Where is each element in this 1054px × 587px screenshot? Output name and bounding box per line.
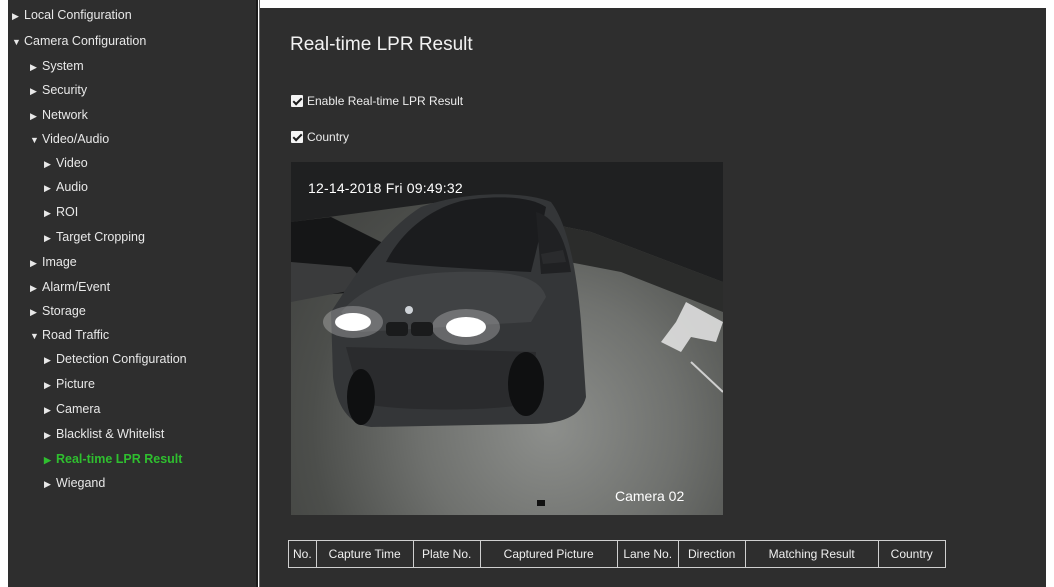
video-timestamp-overlay: 12-14-2018 Fri 09:49:32: [308, 180, 463, 196]
triangle-right-icon: ▶: [30, 283, 37, 293]
sidebar-item-system[interactable]: ▶ System: [30, 57, 84, 75]
sidebar-item-label: Storage: [42, 304, 86, 318]
country-checkbox[interactable]: [291, 131, 303, 143]
triangle-right-icon: ▶: [12, 11, 19, 21]
sidebar-item-video-audio[interactable]: ▼ Video/Audio: [30, 130, 109, 148]
sidebar-item-label: Real-time LPR Result: [56, 452, 183, 466]
triangle-down-icon: ▼: [12, 37, 21, 47]
sidebar-item-local-configuration[interactable]: ▶ Local Configuration: [12, 6, 132, 24]
column-header-lane-no: Lane No.: [616, 540, 679, 568]
enable-lpr-result-option: Enable Real-time LPR Result: [291, 94, 463, 108]
triangle-right-icon: ▶: [44, 455, 51, 465]
sidebar-item-alarm-event[interactable]: ▶ Alarm/Event: [30, 278, 110, 296]
sidebar-item-picture[interactable]: ▶ Picture: [44, 375, 95, 393]
column-header-direction: Direction: [677, 540, 746, 568]
enable-lpr-result-checkbox[interactable]: [291, 95, 303, 107]
sidebar-item-label: Wiegand: [56, 476, 106, 490]
sidebar-item-detection-configuration[interactable]: ▶ Detection Configuration: [44, 350, 187, 368]
triangle-right-icon: ▶: [30, 111, 37, 121]
sidebar-item-label: Target Cropping: [56, 230, 145, 244]
sidebar-item-label: Detection Configuration: [56, 352, 187, 366]
sidebar-item-camera[interactable]: ▶ Camera: [44, 400, 100, 418]
triangle-right-icon: ▶: [44, 208, 51, 218]
sidebar-item-label: Security: [42, 83, 88, 97]
sidebar-item-blacklist-whitelist[interactable]: ▶ Blacklist & Whitelist: [44, 425, 164, 443]
column-header-plate-no: Plate No.: [412, 540, 481, 568]
sidebar-item-label: Camera Configuration: [24, 34, 147, 48]
triangle-right-icon: ▶: [30, 258, 37, 268]
table-header-row: No. Capture Time Plate No. Captured Pict…: [288, 540, 946, 568]
column-header-captured-picture: Captured Picture: [479, 540, 618, 568]
sidebar-item-label: Audio: [56, 180, 88, 194]
triangle-right-icon: ▶: [44, 183, 51, 193]
sidebar-item-label: Video: [56, 156, 88, 170]
live-video-view[interactable]: 12-14-2018 Fri 09:49:32 Camera 02: [291, 162, 723, 515]
sidebar-item-audio[interactable]: ▶ Audio: [44, 178, 88, 196]
lpr-result-table: No. Capture Time Plate No. Captured Pict…: [288, 540, 946, 568]
sidebar-nav: ▶ Local Configuration ▼ Camera Configurati…: [8, 0, 256, 587]
panel-divider: [256, 0, 258, 587]
enable-lpr-result-label: Enable Real-time LPR Result: [307, 94, 464, 108]
country-option: Country: [291, 130, 349, 144]
triangle-right-icon: ▶: [30, 62, 37, 72]
sidebar-item-label: Video/Audio: [42, 132, 110, 146]
camera-name-overlay: Camera 02: [615, 488, 685, 504]
sidebar-item-road-traffic[interactable]: ▼ Road Traffic: [30, 326, 109, 344]
sidebar-item-network[interactable]: ▶ Network: [30, 106, 88, 124]
triangle-down-icon: ▼: [30, 135, 39, 145]
country-label: Country: [307, 130, 350, 144]
sidebar-item-video[interactable]: ▶ Video: [44, 154, 88, 172]
video-frame-image: [291, 162, 723, 506]
triangle-right-icon: ▶: [44, 405, 51, 415]
triangle-right-icon: ▶: [44, 355, 51, 365]
sidebar-item-label: Road Traffic: [42, 328, 110, 342]
sidebar-item-label: ROI: [56, 205, 79, 219]
triangle-right-icon: ▶: [44, 380, 51, 390]
triangle-right-icon: ▶: [44, 159, 51, 169]
triangle-right-icon: ▶: [30, 307, 37, 317]
sidebar-item-label: Image: [42, 255, 77, 269]
main-panel: Real-time LPR Result Enable Real-time LP…: [260, 8, 1046, 587]
sidebar-item-camera-configuration[interactable]: ▼ Camera Configuration: [12, 32, 146, 50]
sidebar-item-wiegand[interactable]: ▶ Wiegand: [44, 474, 105, 492]
column-header-matching-result: Matching Result: [744, 540, 879, 568]
sidebar-item-label: Alarm/Event: [42, 280, 111, 294]
sidebar-item-label: Local Configuration: [24, 8, 132, 22]
sidebar-item-label: Camera: [56, 402, 101, 416]
triangle-right-icon: ▶: [30, 86, 37, 96]
page-title: Real-time LPR Result: [290, 34, 473, 55]
sidebar-item-image[interactable]: ▶ Image: [30, 253, 77, 271]
triangle-right-icon: ▶: [44, 233, 51, 243]
sidebar-item-label: Network: [42, 108, 88, 122]
column-header-no: No.: [288, 540, 317, 568]
sidebar-item-real-time-lpr-result[interactable]: ▶ Real-time LPR Result: [44, 450, 182, 468]
sidebar-item-storage[interactable]: ▶ Storage: [30, 302, 86, 320]
triangle-right-icon: ▶: [44, 479, 51, 489]
sidebar-item-security[interactable]: ▶ Security: [30, 81, 87, 99]
column-header-capture-time: Capture Time: [315, 540, 414, 568]
sidebar-item-roi[interactable]: ▶ ROI: [44, 203, 78, 221]
column-header-country: Country: [877, 540, 946, 568]
sidebar-item-label: Picture: [56, 377, 95, 391]
sidebar-item-label: System: [42, 59, 84, 73]
sidebar-item-label: Blacklist & Whitelist: [56, 427, 165, 441]
triangle-down-icon: ▼: [30, 331, 39, 341]
sidebar-item-target-cropping[interactable]: ▶ Target Cropping: [44, 228, 145, 246]
triangle-right-icon: ▶: [44, 430, 51, 440]
